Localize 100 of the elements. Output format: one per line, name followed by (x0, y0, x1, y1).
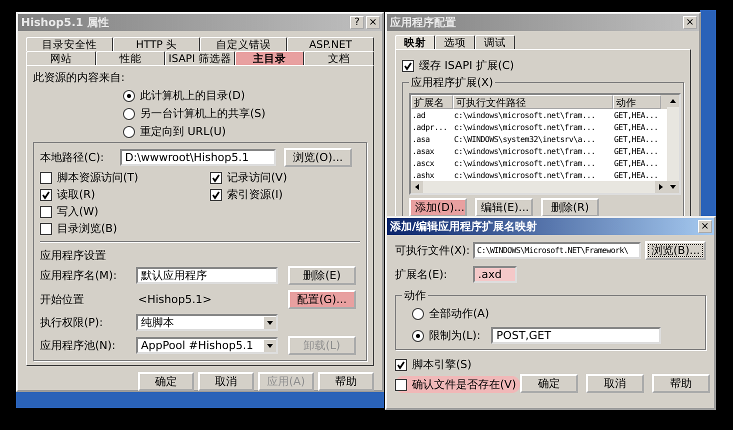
checkbox[interactable] (395, 378, 407, 390)
table-cell-text: .ashx (411, 170, 436, 180)
checkbox[interactable] (210, 172, 222, 184)
verbs-field[interactable]: POST,GET (491, 327, 662, 344)
checkbox[interactable] (40, 188, 52, 200)
tab[interactable]: 性能 (96, 51, 166, 65)
start-point-value: <Hishop5.1> (137, 293, 213, 306)
vertical-scrollbar[interactable] (667, 95, 679, 193)
path-field[interactable]: D:\wwwroot\Hishop5.1 (120, 149, 276, 166)
table-cell-text: c:\windows\microsoft.net\fram... (453, 158, 596, 168)
checkbox[interactable] (40, 222, 52, 234)
table-cell-text: GET,HEA... (613, 170, 660, 180)
checkbox-label: 写入(W) (57, 204, 98, 219)
table-cell-text: GET,HEA... (613, 158, 660, 168)
close-button[interactable]: × (698, 220, 712, 233)
checkbox-label: 缓存 ISAPI 扩展(C) (419, 58, 514, 73)
table-cell-text: c:\windows\microsoft.net\fram... (453, 146, 596, 156)
dropdown[interactable]: AppPool #Hishop5.1 (136, 337, 278, 354)
radio-label: 重定向到 URL(U) (140, 124, 226, 139)
tab[interactable]: ASP.NET (287, 37, 374, 51)
radio-label: 另一台计算机上的共享(S) (140, 106, 266, 121)
tab[interactable]: 映射 (395, 35, 435, 49)
dialog-button[interactable]: 帮助 (318, 372, 374, 391)
tab[interactable]: 目录安全性 (26, 37, 113, 51)
table-cell-text: GET,HEA... (613, 122, 660, 132)
tab[interactable]: 选项 (435, 35, 475, 49)
group-label: 动作 (402, 288, 428, 303)
title-bar-button[interactable]: × (366, 16, 380, 29)
tab[interactable]: 网站 (26, 51, 96, 65)
tab[interactable]: 文档 (304, 51, 374, 65)
checkbox-label: 脚本资源访问(T) (57, 170, 138, 185)
dialog-button[interactable]: 取消 (586, 374, 644, 393)
tab[interactable]: HTTP 头 (113, 37, 200, 51)
section-heading: 应用程序设置 (40, 248, 107, 263)
radio-button[interactable] (123, 108, 135, 120)
checkbox-label: 索引资源(I) (227, 187, 283, 202)
column-header[interactable]: 动作 (613, 95, 661, 109)
radio-label: 此计算机上的目录(D) (140, 88, 246, 103)
scroll-up-icon[interactable] (667, 95, 679, 107)
table-cell-text: c:\windows\microsoft.net\fram... (453, 110, 596, 120)
table-cell-text: GET,HEA... (613, 110, 660, 120)
radio-button[interactable] (123, 126, 135, 138)
column-header[interactable]: 扩展名 (411, 95, 453, 109)
table-cell-text: .ascx (411, 158, 436, 168)
browse-button[interactable]: 浏览(O)... (284, 148, 352, 167)
dialog-button[interactable]: 取消 (198, 372, 254, 391)
window-title: 添加/编辑应用程序扩展名映射 (390, 219, 538, 234)
radio-button[interactable] (412, 308, 424, 320)
title-bar-button[interactable]: ? (350, 16, 364, 29)
tab[interactable]: 调试 (475, 35, 515, 49)
radio-button[interactable] (123, 90, 135, 102)
tab[interactable]: ISAPI 筛选器 (165, 51, 235, 65)
checkbox[interactable] (402, 60, 414, 72)
radio-label: 全部动作(A) (429, 306, 490, 321)
group-label: 应用程序扩展(X) (409, 75, 496, 90)
table-cell-text: .ad (411, 110, 426, 120)
checkbox[interactable] (40, 172, 52, 184)
dialog-button[interactable]: 帮助 (652, 374, 710, 393)
field-label: 执行权限(P): (40, 315, 104, 330)
dialog-button[interactable]: 确定 (520, 374, 578, 393)
field-label: 应用程序池(N): (40, 338, 117, 353)
checkbox-label: 记录访问(V) (227, 170, 288, 185)
dialog-button[interactable]: 添加(D)... (409, 198, 467, 217)
field-label: 开始位置 (40, 292, 85, 307)
dialog-button[interactable]: 删除(E) (288, 266, 356, 285)
checkbox-label: 脚本引擎(S) (412, 357, 472, 372)
executable-field[interactable]: C:\WINDOWS\Microsoft.NET\Framework\ (473, 242, 642, 259)
tab[interactable]: 自定义错误 (200, 37, 287, 51)
tab[interactable]: 主目录 (234, 51, 304, 65)
scroll-down-icon[interactable] (667, 181, 679, 193)
dialog-button[interactable]: 删除(R) (541, 198, 599, 217)
checkbox[interactable] (395, 358, 407, 370)
source-label: 此资源的内容来自: (33, 70, 126, 85)
input-field[interactable]: 默认应用程序 (136, 267, 278, 284)
checkbox[interactable] (210, 188, 222, 200)
table-cell-text: c:\windows\microsoft.net\fram... (453, 122, 596, 132)
window-title: Hishop5.1 属性 (21, 15, 110, 30)
browse-button[interactable]: 浏览(B)... (645, 241, 706, 260)
window-title: 应用程序配置 (390, 15, 456, 30)
table-cell-text: .adpr... (411, 122, 448, 132)
field-label: 应用程序名(M): (40, 268, 118, 283)
field-label: 扩展名(E): (395, 267, 448, 282)
table-cell-text: C:\WINDOWS\system32\inetsrv\a... (453, 134, 596, 144)
close-button[interactable]: × (683, 16, 697, 29)
dialog-button[interactable]: 配置(G)... (288, 290, 356, 309)
table-cell-text: GET,HEA... (613, 134, 660, 144)
extension-field[interactable]: .axd (473, 266, 517, 283)
checkbox[interactable] (40, 206, 52, 218)
checkbox-label: 读取(R) (57, 187, 96, 202)
dialog-button[interactable]: 确定 (138, 372, 194, 391)
table-cell-text: .asax (411, 146, 436, 156)
dropdown[interactable]: 纯脚本 (136, 314, 278, 331)
field-label: 可执行文件(X): (395, 243, 469, 258)
dialog-button[interactable]: 编辑(E)... (475, 198, 533, 217)
scroll-right-icon[interactable] (655, 181, 667, 193)
scroll-left-icon[interactable] (411, 181, 423, 193)
horizontal-scrollbar[interactable] (411, 181, 667, 193)
radio-label: 限制为(L): (429, 328, 480, 343)
radio-button[interactable] (412, 330, 424, 342)
column-header[interactable]: 可执行文件路径 (453, 95, 613, 109)
